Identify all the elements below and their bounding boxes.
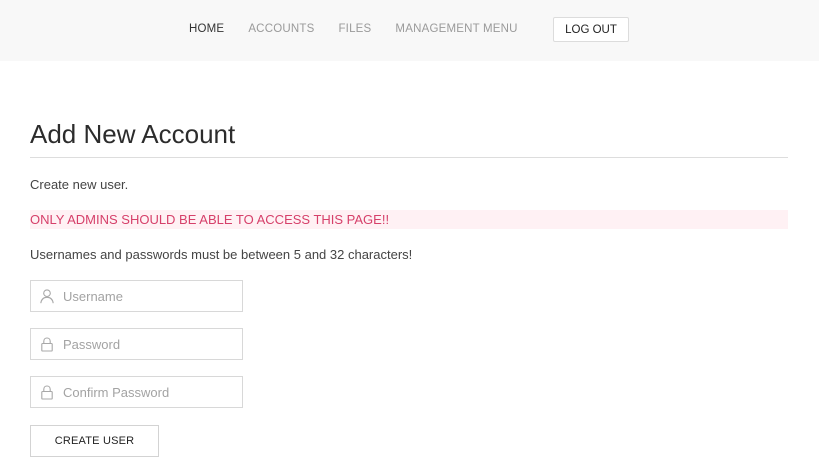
create-user-button[interactable]: CREATE USER — [30, 425, 159, 457]
nav-link-accounts[interactable]: ACCOUNTS — [248, 23, 314, 35]
intro-text: Create new user. — [30, 177, 129, 192]
lock-icon — [41, 385, 53, 400]
username-input[interactable] — [63, 281, 239, 311]
confirm-password-field — [30, 376, 243, 408]
nav-link-files[interactable]: FILES — [338, 23, 371, 35]
username-field — [30, 280, 243, 312]
title-divider — [30, 157, 788, 158]
password-input[interactable] — [63, 329, 239, 359]
page-title: Add New Account — [30, 119, 236, 149]
top-navigation-bar: HOME ACCOUNTS FILES MANAGEMENT MENU LOG … — [0, 0, 819, 61]
password-field — [30, 328, 243, 360]
nav-links: HOME ACCOUNTS FILES MANAGEMENT MENU — [189, 23, 542, 35]
nav-link-home[interactable]: HOME — [189, 23, 224, 35]
credential-rules-text: Usernames and passwords must be between … — [30, 247, 413, 262]
admin-warning: ONLY ADMINS SHOULD BE ABLE TO ACCESS THI… — [30, 210, 788, 229]
logout-button[interactable]: LOG OUT — [553, 17, 629, 42]
user-icon — [40, 289, 54, 304]
lock-icon — [41, 337, 53, 352]
nav-link-management-menu[interactable]: MANAGEMENT MENU — [395, 23, 517, 35]
confirm-password-input[interactable] — [63, 377, 239, 407]
